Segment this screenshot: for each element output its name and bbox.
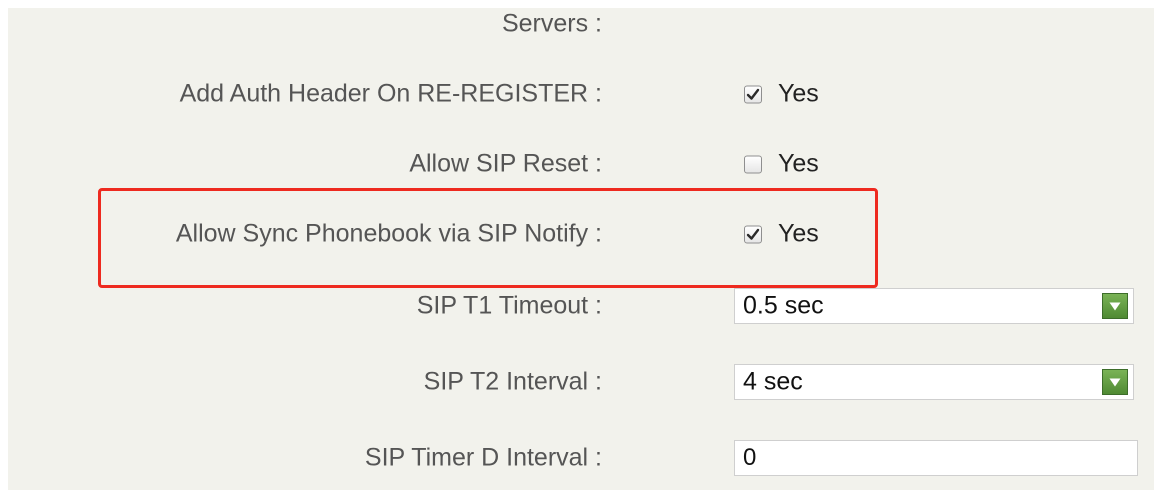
allow-sync-phonebook-label: Allow Sync Phonebook via SIP Notify : [175, 219, 602, 248]
checkmark-icon [746, 228, 760, 240]
sip-t2-interval-value: 4 sec [743, 367, 803, 396]
sip-t2-interval-row: SIP T2 Interval : 4 sec [8, 362, 1154, 402]
sip-t1-timeout-row: SIP T1 Timeout : 0.5 sec [8, 286, 1154, 326]
sip-timer-d-interval-input[interactable] [734, 440, 1138, 476]
sip-t2-interval-dropdown-button[interactable] [1102, 369, 1128, 395]
sip-t1-timeout-select[interactable]: 0.5 sec [734, 288, 1134, 324]
sip-timer-d-interval-row: SIP Timer D Interval : [8, 438, 1154, 478]
allow-sync-phonebook-row: Allow Sync Phonebook via SIP Notify : Ye… [8, 214, 1154, 254]
allow-sync-phonebook-option: Yes [744, 220, 819, 249]
sip-t2-interval-label: SIP T2 Interval : [423, 367, 602, 396]
allow-sync-phonebook-checkbox[interactable] [744, 225, 762, 243]
sip-t2-interval-select[interactable]: 4 sec [734, 364, 1134, 400]
add-auth-header-row: Add Auth Header On RE-REGISTER : Yes [8, 74, 1154, 114]
sip-t1-timeout-label: SIP T1 Timeout : [416, 291, 602, 320]
add-auth-header-yes-label: Yes [778, 79, 819, 108]
allow-sip-reset-label: Allow SIP Reset : [409, 149, 602, 178]
allow-sip-reset-checkbox[interactable] [744, 155, 762, 173]
settings-panel: Servers : Add Auth Header On RE-REGISTER… [8, 8, 1154, 490]
sip-t1-timeout-dropdown-button[interactable] [1102, 293, 1128, 319]
allow-sip-reset-option: Yes [744, 150, 819, 179]
allow-sip-reset-yes-label: Yes [778, 149, 819, 178]
sip-timer-d-interval-label: SIP Timer D Interval : [364, 443, 602, 472]
sip-t1-timeout-value: 0.5 sec [743, 291, 824, 320]
servers-label: Servers : [501, 9, 602, 38]
add-auth-header-label: Add Auth Header On RE-REGISTER : [179, 79, 602, 108]
triangle-down-icon [1109, 378, 1121, 387]
allow-sip-reset-row: Allow SIP Reset : Yes [8, 144, 1154, 184]
servers-row: Servers : [8, 4, 1154, 44]
add-auth-header-option: Yes [744, 80, 819, 109]
checkmark-icon [746, 88, 760, 100]
allow-sync-phonebook-yes-label: Yes [778, 219, 819, 248]
triangle-down-icon [1109, 302, 1121, 311]
add-auth-header-checkbox[interactable] [744, 85, 762, 103]
